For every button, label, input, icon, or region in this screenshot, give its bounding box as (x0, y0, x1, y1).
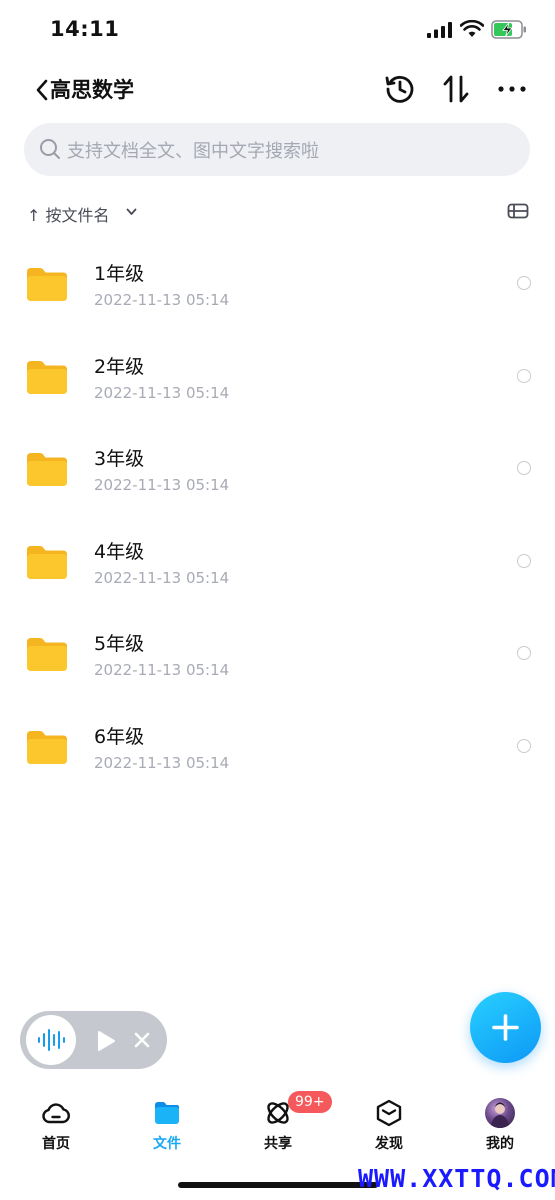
tab-discover[interactable]: 发现 (344, 1090, 434, 1156)
avatar (485, 1098, 515, 1128)
tab-home[interactable]: 首页 (11, 1090, 101, 1156)
select-checkbox[interactable] (517, 276, 531, 290)
search-placeholder: 支持文档全文、图中文字搜索啦 (67, 141, 319, 162)
search-icon (40, 139, 60, 159)
chevron-down-icon[interactable] (126, 207, 137, 217)
list-item[interactable]: 6年级 2022-11-13 05:14 (0, 700, 555, 793)
tab-label: 文件 (153, 1136, 181, 1152)
close-icon[interactable] (134, 1032, 150, 1048)
battery-charging-icon (491, 20, 526, 39)
file-list: 1年级 2022-11-13 05:14 2年级 2022-11-13 05:1… (0, 237, 555, 792)
view-mode-icon[interactable] (507, 202, 529, 220)
folder-icon (27, 453, 67, 486)
file-name: 3年级 (94, 448, 145, 470)
wifi-icon (460, 20, 484, 37)
file-date: 2022-11-13 05:14 (94, 476, 230, 494)
list-item[interactable]: 4年级 2022-11-13 05:14 (0, 515, 555, 608)
list-item[interactable]: 3年级 2022-11-13 05:14 (0, 422, 555, 515)
list-item[interactable]: 2年级 2022-11-13 05:14 (0, 330, 555, 423)
file-date: 2022-11-13 05:14 (94, 291, 230, 309)
tab-label: 发现 (375, 1136, 403, 1152)
file-date: 2022-11-13 05:14 (94, 753, 230, 772)
file-name: 2年级 (94, 355, 145, 378)
status-time: 14:11 (50, 17, 120, 41)
folder-icon (27, 360, 67, 394)
back-chevron-icon[interactable] (33, 78, 51, 102)
page-title: 高思数学 (50, 78, 134, 102)
more-options-icon[interactable] (497, 80, 527, 98)
folder-icon (27, 268, 67, 301)
file-name: 1年级 (94, 263, 145, 285)
audio-wave-button[interactable] (26, 1015, 76, 1065)
watermark: WWW.XXTTQ.COM (358, 1164, 555, 1193)
file-date: 2022-11-13 05:14 (94, 661, 230, 679)
select-checkbox[interactable] (517, 646, 531, 660)
folder-icon (27, 730, 67, 764)
select-checkbox[interactable] (517, 461, 531, 475)
add-button[interactable] (470, 992, 541, 1063)
history-icon[interactable] (384, 73, 416, 105)
status-bar: 14:11 (0, 0, 555, 60)
sort-by-name-button[interactable]: ↑ 按文件名 (27, 202, 110, 226)
file-name: 6年级 (94, 725, 145, 748)
cellular-signal-icon (427, 22, 452, 38)
notification-badge: 99+ (288, 1091, 332, 1113)
folder-icon (27, 638, 67, 671)
file-name: 4年级 (94, 540, 145, 563)
nav-bar: 高思数学 (0, 60, 555, 120)
bottom-tab-bar: 首页 文件 共享 发现 我的 (0, 1090, 555, 1160)
tab-files[interactable]: 文件 (122, 1090, 212, 1156)
home-indicator (178, 1182, 378, 1188)
tab-label: 我的 (486, 1136, 514, 1152)
file-name: 5年级 (94, 633, 145, 655)
play-icon[interactable] (96, 1030, 116, 1052)
folder-icon (27, 545, 67, 579)
file-date: 2022-11-13 05:14 (94, 568, 230, 587)
plus-icon (492, 1014, 519, 1041)
sort-row: ↑ 按文件名 (0, 195, 555, 231)
search-input[interactable]: 支持文档全文、图中文字搜索啦 (24, 123, 530, 176)
audio-mini-player (20, 1011, 167, 1069)
list-item[interactable]: 5年级 2022-11-13 05:14 (0, 607, 555, 700)
file-date: 2022-11-13 05:14 (94, 383, 230, 402)
list-item[interactable]: 1年级 2022-11-13 05:14 (0, 237, 555, 330)
cube-icon (376, 1099, 402, 1127)
sort-order-icon[interactable] (440, 73, 472, 105)
tab-label: 首页 (42, 1136, 70, 1152)
tab-label: 共享 (264, 1136, 292, 1152)
select-checkbox[interactable] (517, 553, 531, 568)
sound-wave-icon (38, 1029, 65, 1051)
select-checkbox[interactable] (517, 368, 531, 383)
folder-icon (155, 1102, 179, 1124)
tab-me[interactable]: 我的 (455, 1090, 545, 1156)
cloud-icon (42, 1103, 70, 1124)
select-checkbox[interactable] (517, 738, 531, 753)
